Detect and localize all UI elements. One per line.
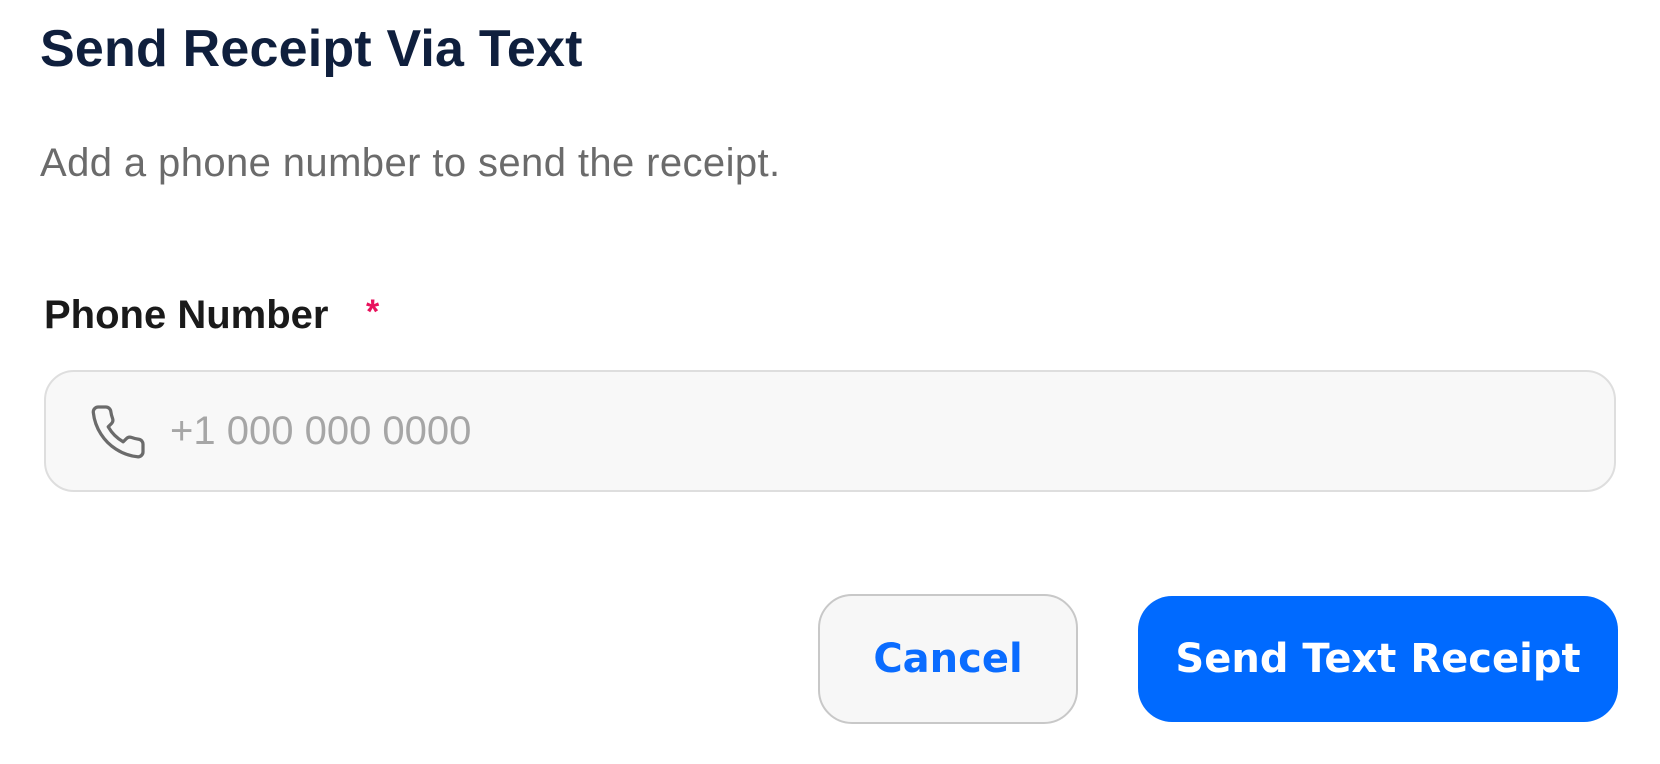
phone-icon xyxy=(91,405,145,459)
phone-number-field[interactable] xyxy=(44,370,1616,492)
required-asterisk: * xyxy=(366,293,380,331)
phone-number-input[interactable] xyxy=(170,400,1570,462)
dialog-subtitle: Add a phone number to send the receipt. xyxy=(40,141,781,185)
phone-number-label: Phone Number xyxy=(44,293,329,337)
cancel-button[interactable]: Cancel xyxy=(818,594,1078,724)
dialog-title: Send Receipt Via Text xyxy=(40,20,583,78)
send-receipt-dialog: Send Receipt Via Text Add a phone number… xyxy=(0,0,1660,764)
send-text-receipt-button[interactable]: Send Text Receipt xyxy=(1138,596,1618,722)
